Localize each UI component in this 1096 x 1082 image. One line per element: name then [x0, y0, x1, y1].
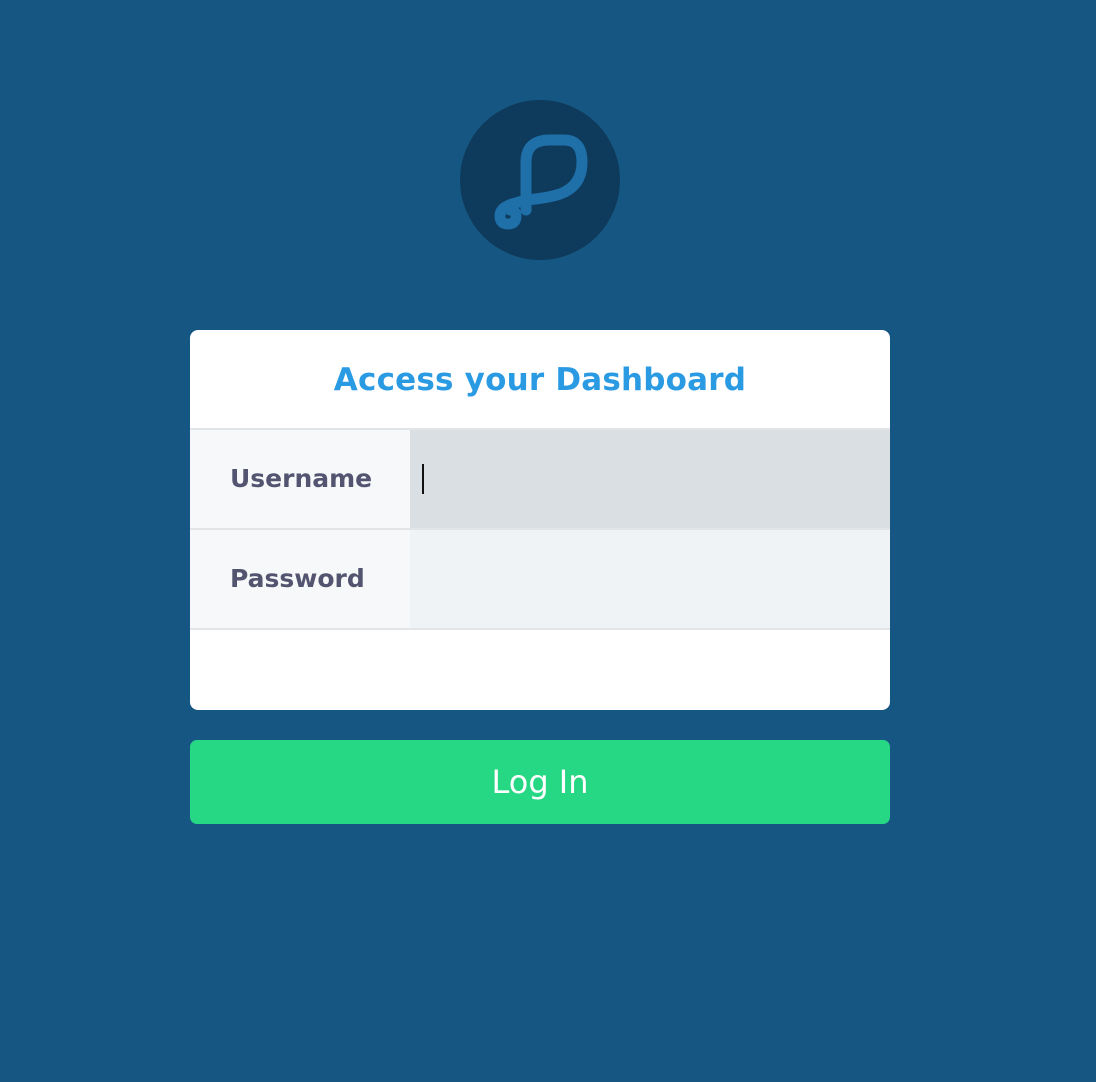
login-page: Access your Dashboard Username Password … [0, 0, 1096, 1082]
login-button[interactable]: Log In [190, 740, 890, 824]
login-title: Access your Dashboard [190, 330, 890, 430]
username-row: Username [190, 430, 890, 530]
logo-mark [494, 134, 588, 230]
password-row: Password [190, 530, 890, 630]
app-logo-icon [460, 100, 620, 260]
text-caret [422, 464, 424, 494]
password-input[interactable] [410, 530, 890, 628]
password-label: Password [190, 530, 410, 628]
login-card: Access your Dashboard Username Password [190, 330, 890, 710]
username-label: Username [190, 430, 410, 528]
username-input[interactable] [410, 430, 890, 528]
